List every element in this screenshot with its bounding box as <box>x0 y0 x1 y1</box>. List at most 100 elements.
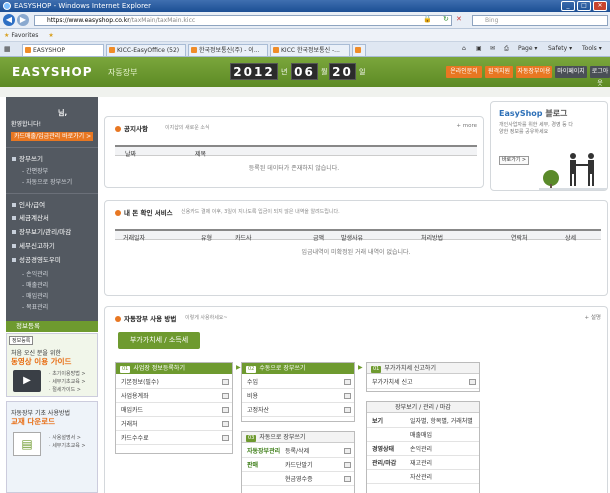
maximize-icon[interactable]: □ <box>577 1 591 11</box>
site-logo-sub: 자동장부 <box>108 68 138 77</box>
header-shadow <box>0 87 610 97</box>
step-header: 02 수동으로 장부쓰기 <box>242 363 354 374</box>
tab-kicc-easyoffice[interactable]: KICC-EasyOffice (52) <box>106 44 186 56</box>
sidebar-subitem-profit[interactable]: 손익관리 <box>22 269 48 278</box>
banner-link-tax-edu[interactable]: 세무기초교육 > <box>49 442 85 449</box>
sidebar-subitem-sales[interactable]: 매출관리 <box>22 280 48 289</box>
tab-easyshop[interactable]: EASYSHOP <box>22 44 104 56</box>
column-header: 날짜 <box>125 151 137 158</box>
sidebar-item-hr-payroll[interactable]: 인사/급여 <box>12 199 45 209</box>
column-header: 상세 <box>565 235 577 242</box>
lock-icon[interactable]: 🔒 <box>423 15 432 23</box>
step-item[interactable]: 사업용계좌 <box>116 390 232 403</box>
money-check-panel: 내 돈 확인 서비스 신용카드 결제 이후, 3일이 지나도록 입금이 되지 않… <box>104 200 608 296</box>
blog-title-suffix: 블로그 <box>545 109 568 118</box>
sidebar-subitem-simple-book[interactable]: 간편장부 <box>22 166 48 175</box>
step-register-box: 01 사업장 정보등록하기 기본정보(필수) 사업용계좌 매입카드 거래처 카드수… <box>115 362 233 454</box>
sidebar-item-success-helper[interactable]: 성공경영도우미 <box>12 254 61 264</box>
tools-menu[interactable]: Tools ▾ <box>582 45 602 52</box>
back-icon[interactable]: ◀ <box>3 14 15 26</box>
document-icon <box>222 379 229 385</box>
column-header: 연락처 <box>511 235 528 242</box>
refresh-icon[interactable]: ↻ <box>443 15 449 23</box>
blog-go-button[interactable]: 바로가기 > <box>499 156 529 165</box>
star-icon[interactable]: ★ <box>4 32 9 39</box>
step-item[interactable]: 비용 <box>242 390 354 403</box>
vat-income-tax-button[interactable]: 부가가치세 / 소득세 <box>118 332 200 349</box>
quick-tabs-icon[interactable]: ▦ <box>4 45 11 53</box>
usage-title: 자동장부 사용 방법 <box>115 313 176 323</box>
step-item-key: 보기 <box>372 418 384 425</box>
sidebar-item-bookkeeping[interactable]: 장부쓰기 <box>12 153 43 163</box>
close-icon[interactable]: ✕ <box>593 1 607 11</box>
step-item[interactable]: 자동장부관리 등록/삭제 <box>242 445 354 458</box>
sidebar-item-tax-invoice[interactable]: 세금계산서 <box>12 212 49 222</box>
site-logo[interactable]: EASYSHOP <box>12 65 93 79</box>
step-item[interactable]: 현금영수증 <box>242 473 354 486</box>
header-button-remote[interactable]: 원격지원 <box>485 66 513 78</box>
usage-subtitle: 이렇게 사용하세요~ <box>185 315 228 321</box>
step-item[interactable]: 관리/마감 재고관리 <box>367 457 479 470</box>
banner-link-initial[interactable]: 초기이용방법 > <box>49 370 85 377</box>
step-item[interactable]: 판매 카드단말기 <box>242 459 354 472</box>
manual-download-banner[interactable]: 자동장부 기초 사용방법 교재 다운로드 ▤ 사용설명서 > 세무기초교육 > <box>6 401 98 493</box>
video-guide-banner[interactable]: 정보등록 처음 오신 분을 위한 동영상 이용 가이드 ▶ 초기이용방법 > 세… <box>6 333 98 397</box>
sidebar-item-tax-report[interactable]: 세무신고하기 <box>12 240 55 250</box>
step-item[interactable]: 기본정보(필수) <box>116 376 232 389</box>
step-item-label: 매입카드 <box>121 407 144 414</box>
notice-more-link[interactable]: + more <box>456 123 477 129</box>
mail-icon[interactable]: ✉ <box>490 45 495 52</box>
minimize-icon[interactable]: _ <box>561 1 575 11</box>
sidebar-divider <box>6 193 98 194</box>
banner-link-tax-edu[interactable]: 세무기초교육 > <box>49 378 85 385</box>
welcome-text: 환영합니다! <box>11 121 42 128</box>
sidebar-subitem-goal[interactable]: 목표관리 <box>22 302 48 311</box>
banner-link-manual[interactable]: 사용설명서 > <box>49 434 81 441</box>
step-item[interactable]: 수입 <box>242 376 354 389</box>
header-button-mypage[interactable]: 마이페이지 <box>555 66 587 78</box>
add-favorite-icon[interactable]: ★ <box>48 32 53 39</box>
page-menu[interactable]: Page ▾ <box>518 45 537 52</box>
step-item[interactable]: 매출매입 <box>367 429 479 442</box>
step-item[interactable]: 매입카드 <box>116 404 232 417</box>
home-icon[interactable]: ⌂ <box>462 45 466 52</box>
step-item-label: 카드단말기 <box>285 462 313 469</box>
stop-icon[interactable]: ✕ <box>456 15 462 23</box>
step-item[interactable]: 보기 일자별, 항목별, 거래처별 <box>367 415 479 428</box>
banner-link-tax-save[interactable]: 절세가이드 > <box>49 386 81 393</box>
favorites-label[interactable]: Favorites <box>11 32 38 39</box>
header-button-autobook[interactable]: 자동장부이용 <box>516 66 552 78</box>
safety-menu[interactable]: Safety ▾ <box>548 45 572 52</box>
step-item[interactable]: 거래처 <box>116 418 232 431</box>
date-year-unit: 년 <box>281 68 288 76</box>
step-title: 수동으로 장부쓰기 <box>259 365 306 372</box>
forward-icon[interactable]: ▶ <box>17 14 29 26</box>
blog-panel[interactable]: EasyShop 블로그 개인사업자를 위한 세무, 경영 등 다양한 정보를 … <box>490 101 608 191</box>
feeds-icon[interactable]: ▣ <box>476 45 482 52</box>
favicon-icon <box>109 47 115 53</box>
usage-more-link[interactable]: + 설명 <box>585 313 601 321</box>
step-item[interactable]: 경영상태 손익관리 <box>367 443 479 456</box>
sidebar-item-book-manage[interactable]: 장부보기/관리/마감 <box>12 226 71 236</box>
header-button-inquiry[interactable]: 온라인문의 <box>446 66 482 78</box>
card-sales-button[interactable]: 카드매출/입금관리 바로가기 > <box>11 132 93 141</box>
header-button-logout[interactable]: 로그아웃 <box>590 66 610 87</box>
step-item[interactable]: 부가가치세 신고 <box>367 376 479 389</box>
tab-label: KICC-EasyOffice (52) <box>117 47 180 54</box>
blog-description: 개인사업자를 위한 세무, 경영 등 다양한 정보를 공유하세요 <box>499 122 573 135</box>
sidebar-subitem-purchase[interactable]: 매입관리 <box>22 291 48 300</box>
sidebar-subitem-auto-book[interactable]: 자동으로 장부쓰기 <box>22 177 72 186</box>
column-header: 거래일자 <box>123 235 146 242</box>
step-item[interactable]: 자산관리 <box>367 471 479 484</box>
search-input[interactable]: Bing <box>472 15 608 26</box>
step-item[interactable]: 카드수수료 <box>116 432 232 445</box>
step-item[interactable]: 고정자산 <box>242 404 354 417</box>
favicon-icon <box>273 47 279 53</box>
tab-kicc-main[interactable]: KICC 한국정보통신 -... <box>270 44 350 56</box>
new-tab-button[interactable] <box>352 44 366 56</box>
url-field[interactable]: https://www.easyshop.co.kr/taxMain/taxMa… <box>34 15 452 26</box>
print-icon[interactable]: ⎙ <box>504 45 509 53</box>
step-number: 01 <box>371 366 382 373</box>
tab-kicc-corp[interactable]: 한국정보통신(주) - 이... <box>188 44 268 56</box>
step-title: 부가가치세 신고하기 <box>384 365 436 372</box>
